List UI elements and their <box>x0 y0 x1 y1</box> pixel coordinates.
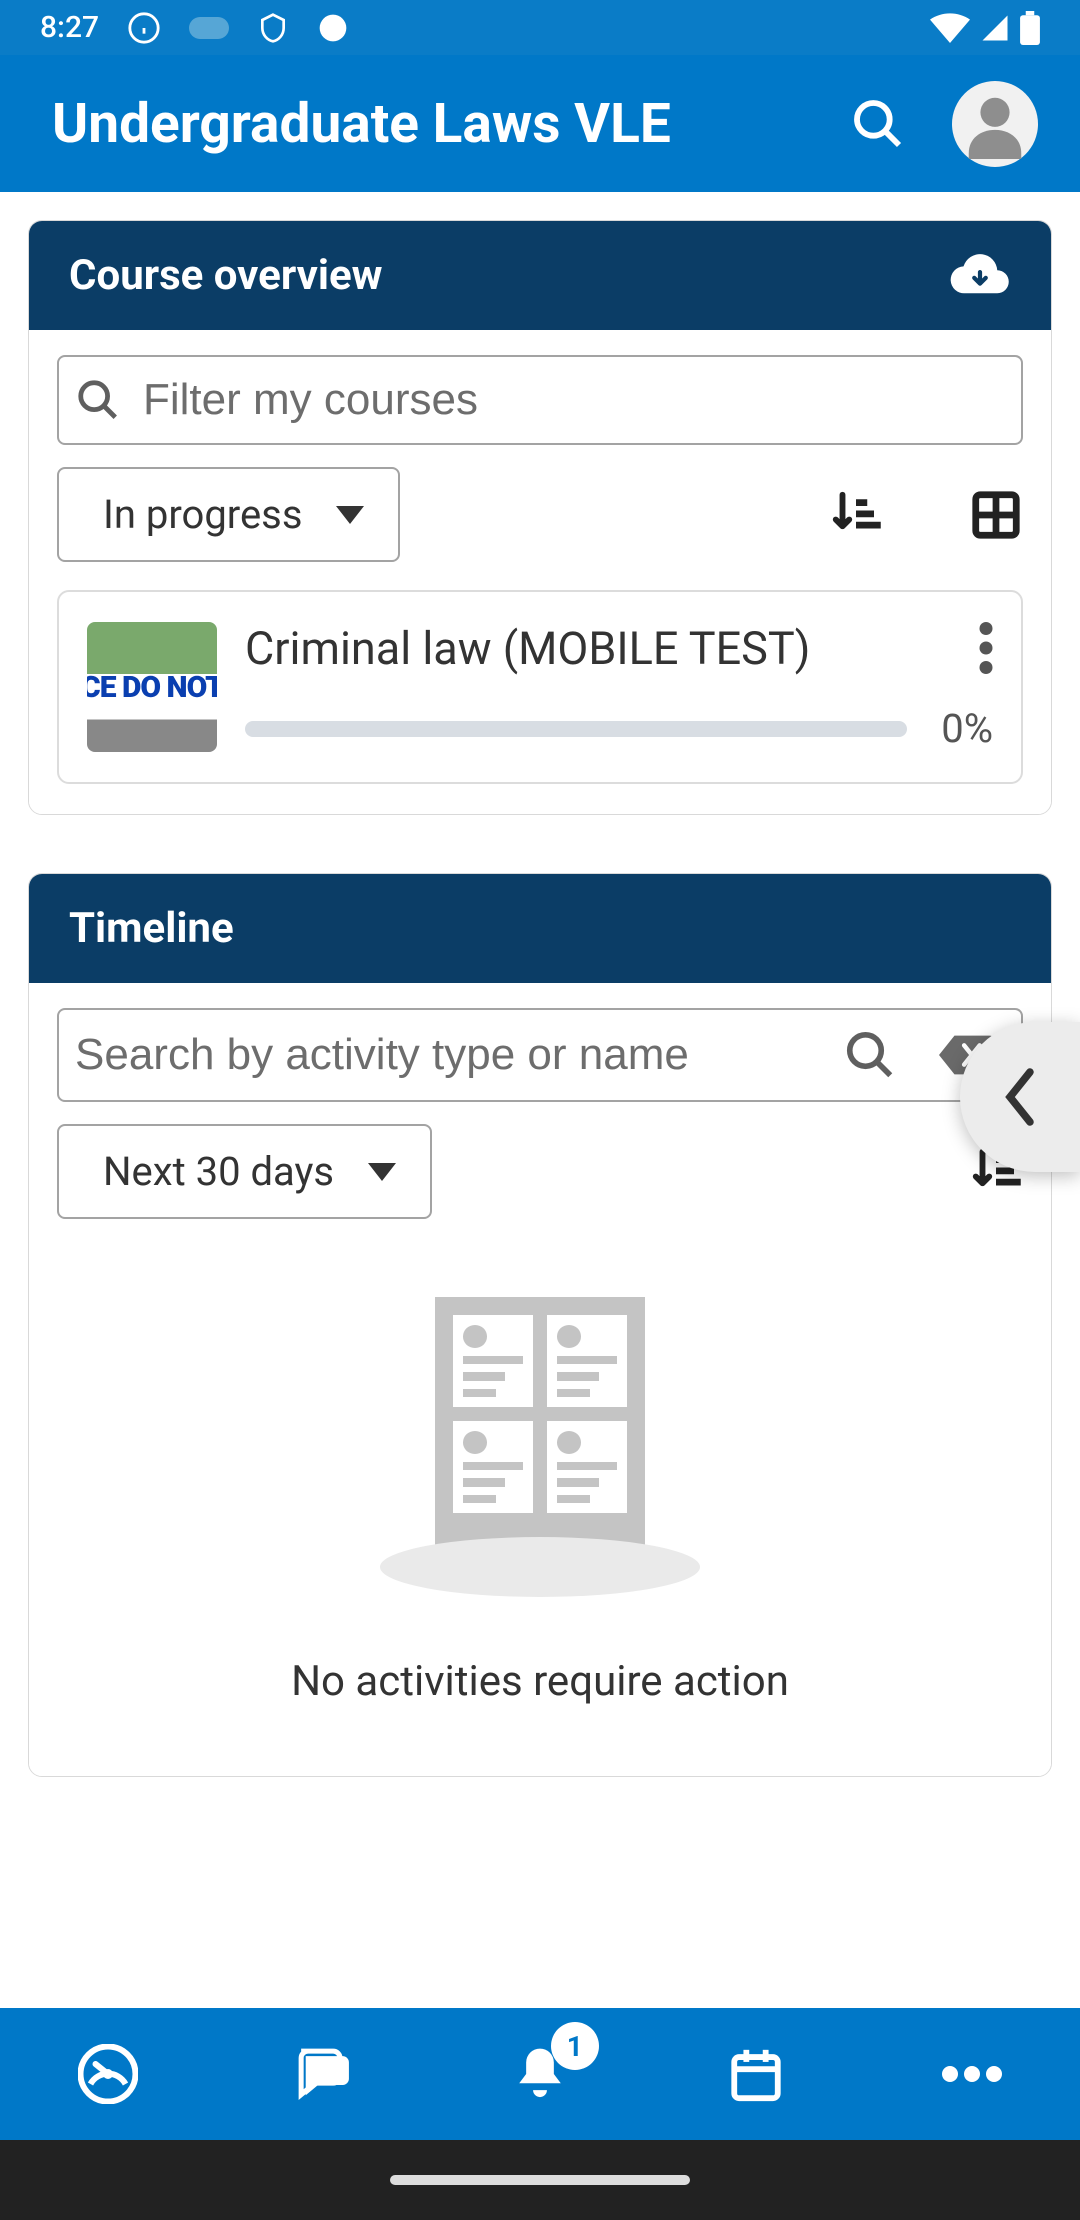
card-title: Course overview <box>69 251 949 300</box>
course-thumbnail: CE DO NOT <box>87 622 217 752</box>
nav-dashboard[interactable] <box>0 2008 216 2140</box>
timeline-empty-state: No activities require action <box>57 1247 1023 1746</box>
wifi-icon <box>930 13 970 43</box>
tag-icon <box>189 17 229 39</box>
course-status-dropdown[interactable]: In progress <box>57 467 400 562</box>
bottom-nav: 1 <box>0 2008 1080 2140</box>
empty-message: No activities require action <box>291 1657 789 1706</box>
face-icon <box>317 12 349 44</box>
page-title: Undergraduate Laws VLE <box>52 92 850 156</box>
shield-icon <box>257 12 289 44</box>
info-icon <box>127 11 161 45</box>
dropdown-label: Next 30 days <box>103 1148 334 1195</box>
status-time: 8:27 <box>40 10 99 45</box>
timeline-card: Timeline Next 30 days <box>28 873 1052 1777</box>
course-card[interactable]: CE DO NOT Criminal law (MOBILE TEST) 0% <box>57 590 1023 784</box>
timeline-search-wrapper[interactable] <box>57 1008 1023 1102</box>
chevron-left-icon <box>1000 1067 1040 1127</box>
course-progress-bar <box>245 721 907 737</box>
shadow-ellipse <box>380 1537 700 1597</box>
course-title: Criminal law (MOBILE TEST) <box>245 622 963 675</box>
search-icon[interactable] <box>843 1028 897 1082</box>
nav-messages[interactable] <box>216 2008 432 2140</box>
filter-courses-input[interactable] <box>143 375 1005 425</box>
avatar[interactable] <box>952 81 1038 167</box>
timeline-range-dropdown[interactable]: Next 30 days <box>57 1124 432 1219</box>
card-title: Timeline <box>69 904 1011 953</box>
sort-icon[interactable] <box>829 488 883 542</box>
search-icon <box>75 377 121 423</box>
main-content: Course overview In progress <box>0 192 1080 2008</box>
app-header: Undergraduate Laws VLE <box>0 55 1080 192</box>
course-overview-card: Course overview In progress <box>28 220 1052 815</box>
nav-notifications[interactable]: 1 <box>432 2008 648 2140</box>
thumbnail-caption: CE DO NOT <box>87 670 217 705</box>
battery-icon <box>1020 11 1040 45</box>
timeline-search-input[interactable] <box>75 1030 831 1080</box>
nav-more[interactable] <box>864 2008 1080 2140</box>
nav-calendar[interactable] <box>648 2008 864 2140</box>
grid-view-icon[interactable] <box>969 488 1023 542</box>
course-overview-header: Course overview <box>29 221 1051 330</box>
more-vert-icon[interactable] <box>979 622 993 674</box>
android-gesture-bar <box>0 2140 1080 2220</box>
empty-grid-icon <box>435 1297 645 1547</box>
chevron-down-icon <box>368 1163 396 1181</box>
search-icon[interactable] <box>850 96 906 152</box>
chevron-down-icon <box>336 506 364 524</box>
signal-icon <box>980 13 1010 43</box>
notification-badge: 1 <box>551 2022 599 2070</box>
timeline-header: Timeline <box>29 874 1051 983</box>
cloud-download-icon[interactable] <box>949 253 1011 299</box>
filter-courses-input-wrapper[interactable] <box>57 355 1023 445</box>
android-status-bar: 8:27 <box>0 0 1080 55</box>
gesture-handle <box>390 2175 690 2185</box>
course-progress-pct: 0% <box>941 705 993 752</box>
dropdown-label: In progress <box>103 491 302 538</box>
